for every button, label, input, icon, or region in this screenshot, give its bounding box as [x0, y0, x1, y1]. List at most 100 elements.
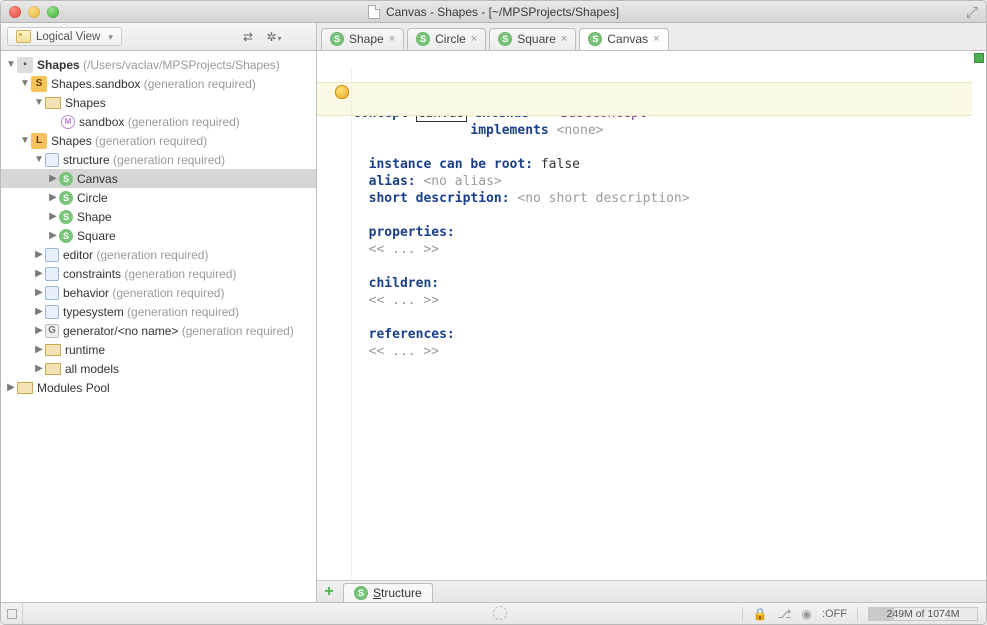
highlighted-line [317, 82, 972, 116]
tree-folder-shapes[interactable]: ▼ Shapes [1, 93, 316, 112]
expand-icon[interactable]: ▶ [33, 268, 45, 279]
expand-icon[interactable]: ▶ [5, 382, 17, 393]
concept-icon: S [59, 210, 73, 224]
expand-icon[interactable]: ▶ [33, 363, 45, 374]
window: Canvas - Shapes - [~/MPSProjects/Shapes]… [0, 0, 987, 625]
minimize-window-button[interactable] [28, 6, 40, 18]
chevron-down-icon [105, 31, 113, 43]
implements-value[interactable]: <none> [557, 123, 604, 138]
project-tree[interactable]: ▼ ▪ Shapes (/Users/vaclav/MPSProjects/Sh… [1, 51, 317, 602]
tree-structure-aspect[interactable]: ▼ structure (generation required) [1, 150, 316, 169]
tree-concept-square[interactable]: ▶ S Square [1, 226, 316, 245]
line: properties: [353, 225, 455, 240]
lock-icon[interactable]: 🔒 [753, 607, 768, 621]
tab-square[interactable]: S Square × [489, 28, 576, 50]
concept-icon: S [588, 32, 602, 46]
inspection-status-icon[interactable] [974, 53, 984, 63]
tree-project[interactable]: ▼ ▪ Shapes (/Users/vaclav/MPSProjects/Sh… [1, 55, 316, 74]
tree-runtime[interactable]: ▶ runtime [1, 340, 316, 359]
fullscreen-icon[interactable]: ⤢ [966, 4, 980, 18]
expand-icon[interactable]: ▼ [5, 59, 17, 70]
tab-canvas[interactable]: S Canvas × [579, 28, 668, 50]
tab-circle[interactable]: S Circle × [407, 28, 486, 50]
shortdesc-value[interactable]: <no short description> [517, 191, 689, 206]
zoom-window-button[interactable] [47, 6, 59, 18]
close-tab-icon[interactable]: × [471, 33, 477, 45]
settings-button[interactable]: ✲ [262, 27, 286, 47]
tree-constraints-aspect[interactable]: ▶ constraints (generation required) [1, 264, 316, 283]
inspection-icon[interactable]: ◉ [801, 607, 811, 621]
expand-icon[interactable]: ▼ [33, 97, 45, 108]
tree-typesystem-aspect[interactable]: ▶ typesystem (generation required) [1, 302, 316, 321]
scroll-from-source-button[interactable]: ⇄ [236, 27, 260, 47]
shortdesc-label: short description: [369, 191, 510, 206]
expand-icon[interactable]: ▶ [33, 287, 45, 298]
inspection-status[interactable]: :OFF [822, 608, 847, 620]
close-tab-icon[interactable]: × [561, 33, 567, 45]
statusbar: 🔒 ⎇ ◉ :OFF 249M of 1074M [1, 602, 986, 624]
expand-icon[interactable]: ▼ [19, 135, 31, 146]
close-tab-icon[interactable]: × [653, 33, 659, 45]
tree-behavior-aspect[interactable]: ▶ behavior (generation required) [1, 283, 316, 302]
concept-icon: S [498, 32, 512, 46]
expand-icon[interactable]: ▶ [33, 306, 45, 317]
add-aspect-button[interactable]: + [317, 583, 341, 601]
properties-placeholder[interactable]: << ... >> [369, 242, 439, 257]
expand-icon[interactable]: ▶ [47, 230, 59, 241]
instance-root-value[interactable]: false [541, 157, 580, 172]
tool-window-quick-access[interactable] [1, 603, 23, 624]
view-mode-dropdown[interactable]: Logical View [7, 27, 122, 46]
vcs-icon[interactable]: ⎇ [778, 607, 792, 621]
concept-icon: S [354, 586, 368, 600]
node-label: generator/<no name> [63, 324, 178, 338]
tree-all-models[interactable]: ▶ all models [1, 359, 316, 378]
project-view-icon [16, 30, 31, 43]
divider [742, 607, 743, 621]
line [353, 259, 361, 274]
close-window-button[interactable] [9, 6, 21, 18]
tree-concept-canvas[interactable]: ▶ S Canvas [1, 169, 316, 188]
tree-generator-aspect[interactable]: ▶ G generator/<no name> (generation requ… [1, 321, 316, 340]
tree-concept-shape[interactable]: ▶ S Shape [1, 207, 316, 226]
titlebar: Canvas - Shapes - [~/MPSProjects/Shapes]… [1, 1, 986, 23]
tree-editor-aspect[interactable]: ▶ editor (generation required) [1, 245, 316, 264]
divider [857, 607, 858, 621]
generation-required-label: (generation required) [112, 286, 224, 300]
tab-shape[interactable]: S Shape × [321, 28, 404, 50]
expand-icon[interactable]: ▶ [33, 325, 45, 336]
concept-icon: S [59, 229, 73, 243]
expand-icon[interactable]: ▶ [33, 344, 45, 355]
tree-language[interactable]: ▼ L Shapes (generation required) [1, 131, 316, 150]
close-tab-icon[interactable]: × [389, 33, 395, 45]
node-label: structure [63, 153, 110, 167]
expand-icon[interactable]: ▼ [19, 78, 31, 89]
line: << ... >> [353, 242, 439, 257]
children-placeholder[interactable]: << ... >> [369, 293, 439, 308]
concept-icon: S [59, 172, 73, 186]
alias-value[interactable]: <no alias> [423, 174, 501, 189]
node-label: Square [77, 229, 116, 243]
tree-solution[interactable]: ▼ S Shapes.sandbox (generation required) [1, 74, 316, 93]
memory-indicator[interactable]: 249M of 1074M [868, 607, 978, 621]
expand-icon[interactable]: ▶ [47, 211, 59, 222]
tree-concept-circle[interactable]: ▶ S Circle [1, 188, 316, 207]
alias-label: alias: [369, 174, 416, 189]
tab-label: Shape [349, 32, 384, 46]
expand-icon[interactable]: ▶ [47, 192, 59, 203]
bottom-tab-structure[interactable]: S Structure [343, 583, 433, 602]
generation-required-label: (generation required) [144, 77, 256, 91]
references-placeholder[interactable]: << ... >> [369, 344, 439, 359]
expand-icon[interactable]: ▶ [33, 249, 45, 260]
expand-icon[interactable]: ▼ [33, 154, 45, 165]
editor-bottom-tabs: + S Structure [317, 580, 986, 602]
editor-body[interactable]: concept Canvas extends BaseConcept imple… [317, 51, 986, 580]
tree-model-sandbox[interactable]: M sandbox (generation required) [1, 112, 316, 131]
generation-required-label: (generation required) [95, 134, 207, 148]
tree-modules-pool[interactable]: ▶ Modules Pool [1, 378, 316, 397]
node-label: constraints [63, 267, 121, 281]
expand-icon[interactable]: ▶ [47, 173, 59, 184]
intention-bulb-icon[interactable] [335, 85, 349, 99]
collapse-all-button[interactable]: ⵼ [288, 27, 312, 47]
node-label: runtime [65, 343, 105, 357]
aspect-icon [45, 153, 59, 167]
